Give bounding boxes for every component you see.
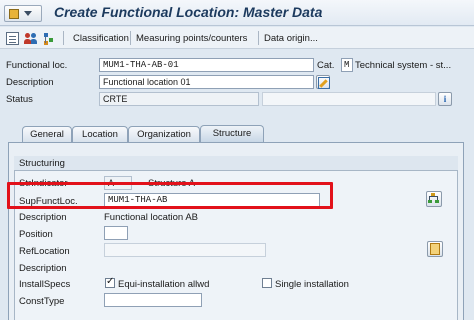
ref-location-field[interactable] xyxy=(104,243,266,257)
category-label: Cat. xyxy=(317,60,335,71)
toolbar-separator xyxy=(63,31,64,45)
data-origin-button[interactable]: Data origin... xyxy=(264,30,318,46)
system-menu-button[interactable] xyxy=(4,5,42,22)
install-specs-label: InstallSpecs xyxy=(19,279,71,290)
structuring-group-header xyxy=(14,156,458,171)
ref-description-label: Description xyxy=(19,263,67,274)
measuring-points-button[interactable]: Measuring points/counters xyxy=(136,30,247,46)
status-field: CRTE xyxy=(99,92,259,106)
tab-organization[interactable]: Organization xyxy=(128,126,200,142)
long-text-pencil-icon[interactable] xyxy=(316,75,330,89)
category-field[interactable]: M xyxy=(341,58,353,72)
classification-button[interactable]: Classification xyxy=(73,30,129,46)
tab-structure[interactable]: Structure xyxy=(200,125,264,142)
tab-general[interactable]: General xyxy=(22,126,72,142)
title-bar: Create Functional Location: Master Data xyxy=(0,0,474,26)
category-text: Technical system - st... xyxy=(355,60,452,71)
ref-location-doc-icon[interactable] xyxy=(427,241,443,257)
display-change-icon xyxy=(6,31,19,45)
equi-install-label: Equi-installation allwd xyxy=(118,279,210,290)
structure-display-icon[interactable] xyxy=(426,191,442,207)
application-toolbar: Classification Measuring points/counters… xyxy=(0,27,474,49)
single-install-checkbox[interactable] xyxy=(262,278,272,288)
tab-location[interactable]: Location xyxy=(72,126,128,142)
highlight-box xyxy=(7,182,333,209)
hierarchy-icon xyxy=(42,32,55,45)
status-user-field xyxy=(262,92,436,106)
equi-install-checkbox[interactable] xyxy=(105,276,115,288)
const-type-field[interactable] xyxy=(104,293,202,307)
functional-loc-label: Functional loc. xyxy=(6,60,68,71)
menu-icon xyxy=(9,9,19,19)
partner-button[interactable] xyxy=(24,30,37,46)
toolbar-separator xyxy=(130,31,131,45)
description-field[interactable]: Functional location 01 xyxy=(99,75,314,89)
chevron-down-icon xyxy=(24,11,32,16)
position-field[interactable] xyxy=(104,226,128,240)
structuring-group-title: Structuring xyxy=(19,158,65,169)
description-label: Description xyxy=(6,77,54,88)
page-title: Create Functional Location: Master Data xyxy=(54,4,323,20)
ref-location-label: RefLocation xyxy=(19,246,70,257)
sup-description-label: Description xyxy=(19,212,67,223)
structuring-group xyxy=(14,156,458,320)
partner-icon xyxy=(24,32,37,45)
position-label: Position xyxy=(19,229,53,240)
hierarchy-button[interactable] xyxy=(42,30,55,46)
display-change-button[interactable] xyxy=(6,30,19,46)
toolbar-separator xyxy=(258,31,259,45)
functional-loc-field[interactable]: MUM1-THA-AB-01 xyxy=(99,58,314,72)
status-info-icon[interactable] xyxy=(438,92,452,106)
single-install-label: Single installation xyxy=(275,279,349,290)
const-type-label: ConstType xyxy=(19,296,65,307)
status-label: Status xyxy=(6,94,33,105)
sup-description-text: Functional location AB xyxy=(104,212,199,223)
